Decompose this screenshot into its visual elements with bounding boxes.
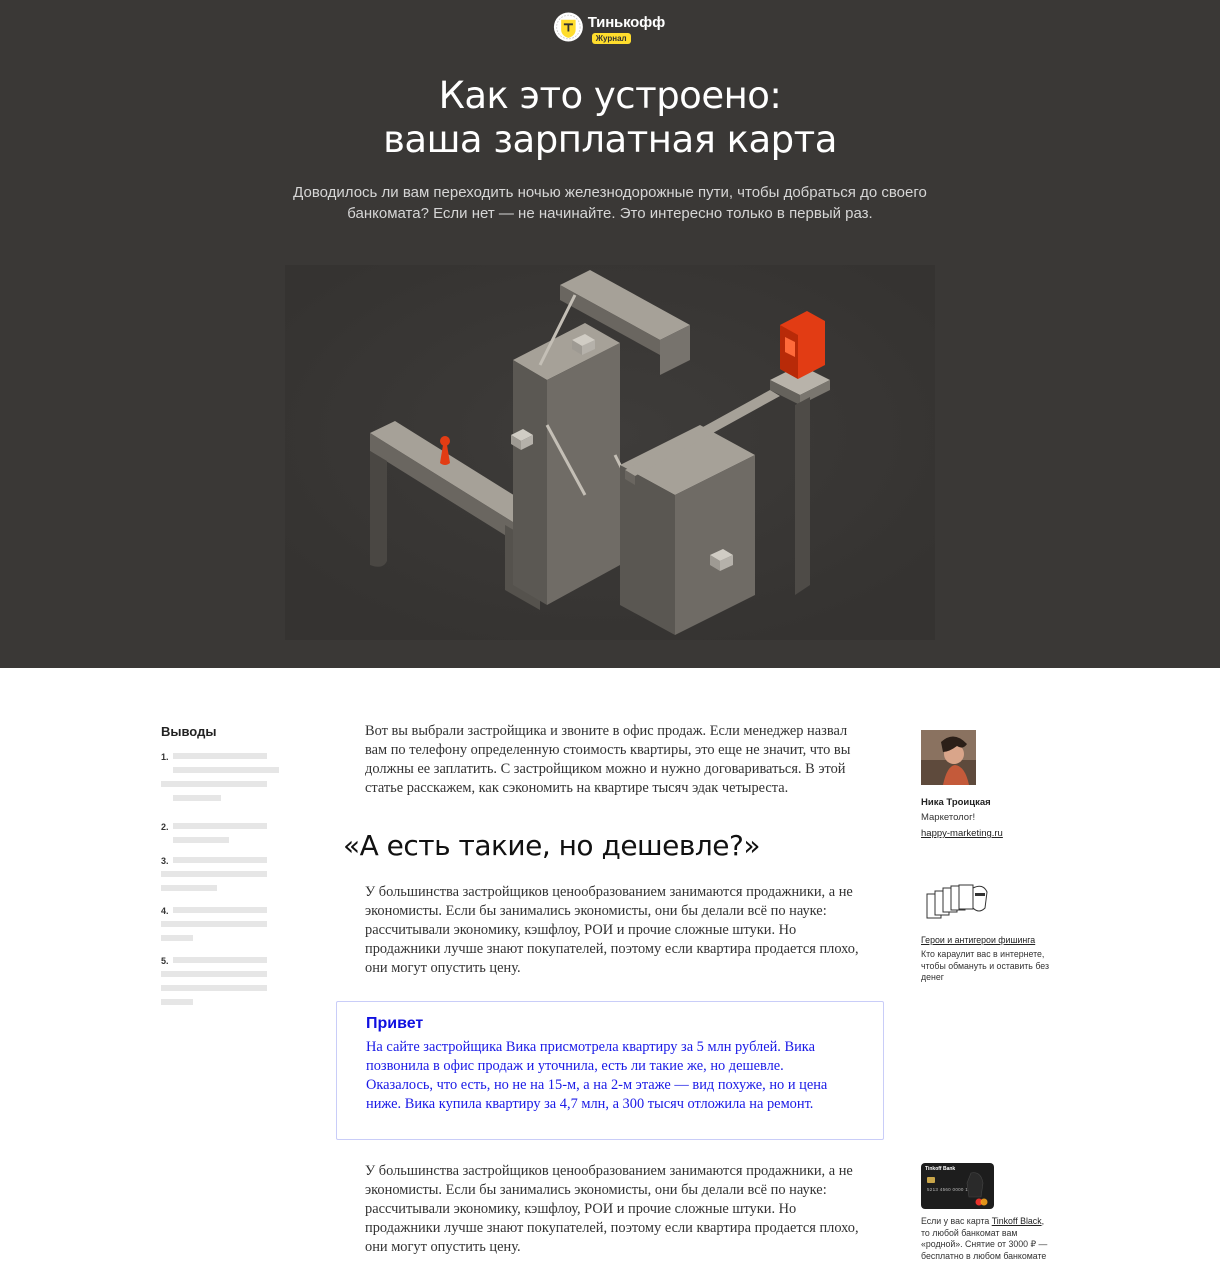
hero-section: Тинькофф Журнал Как это устроено: ваша з…: [0, 0, 1220, 668]
tinkoff-black-card-icon: Tinkoff Bank 5213 4560 0000 1113: [921, 1163, 994, 1209]
toc-item-number: 5.: [161, 956, 169, 966]
toc-item[interactable]: 4.: [161, 906, 271, 941]
table-of-contents: Выводы 1. 2. 3. 4. 5.: [161, 724, 279, 1015]
author-card: Ника Троицкая Маркетолог! happy-marketin…: [921, 730, 1071, 841]
toc-item[interactable]: 3.: [161, 856, 271, 891]
toc-item[interactable]: 2.: [161, 822, 271, 843]
callout-text: На сайте застройщика Вика присмотрела кв…: [366, 1039, 828, 1112]
brand-name: Тинькофф: [587, 14, 665, 31]
toc-item-number: 4.: [161, 906, 169, 916]
article-paragraph: У большинства застройщиков ценообразован…: [365, 1163, 859, 1255]
journal-badge: Журнал: [591, 33, 631, 44]
page-title: Как это устроено: ваша зарплатная карта: [0, 74, 1220, 162]
related-article-desc: Кто караулит вас в интернете, чтобы обма…: [921, 949, 1049, 982]
article-paragraph: Вот вы выбрали застройщика и звоните в о…: [365, 723, 851, 796]
related-article-link[interactable]: Герои и антигерои фишинга: [921, 934, 1051, 946]
toc-item-number: 2.: [161, 822, 169, 832]
toc-item-number: 1.: [161, 752, 169, 762]
toc-item-number: 3.: [161, 856, 169, 866]
example-callout: Привет На сайте застройщика Вика присмот…: [336, 1001, 884, 1140]
page-title-line2: ваша зарплатная карта: [383, 118, 837, 161]
toc-item[interactable]: 5.: [161, 956, 271, 1005]
section-heading: «А есть такие, но дешевле?»: [343, 829, 761, 862]
phishing-cards-illustration: [926, 884, 988, 919]
hero-lead: Доводилось ли вам переходить ночью желез…: [293, 184, 927, 222]
tinkoff-seal-icon: [553, 12, 583, 42]
article-paragraph: У большинства застройщиков ценообразован…: [365, 884, 859, 976]
toc-item[interactable]: 1.: [161, 752, 279, 801]
toc-title: Выводы: [161, 724, 217, 739]
promo-card-desc: Если у вас карта Tinkoff Black, то любой…: [921, 1216, 1048, 1261]
page-title-line1: Как это устроено:: [438, 74, 782, 117]
tinkoff-black-link[interactable]: Tinkoff Black: [992, 1216, 1042, 1226]
author-role: Маркетолог!: [921, 812, 976, 823]
author-avatar[interactable]: [921, 730, 976, 785]
author-name: Ника Троицкая: [921, 797, 991, 808]
callout-title: Привет: [366, 1015, 424, 1032]
site-logo[interactable]: Тинькофф Журнал: [553, 10, 665, 46]
promo-card-block[interactable]: Tinkoff Bank 5213 4560 0000 1113 Если у …: [921, 1163, 1051, 1262]
related-article[interactable]: Герои и антигерои фишинга Кто караулит в…: [921, 884, 1051, 984]
author-website-link[interactable]: happy-marketing.ru: [921, 828, 1003, 839]
isometric-maze-atm-illustration: [285, 265, 935, 640]
